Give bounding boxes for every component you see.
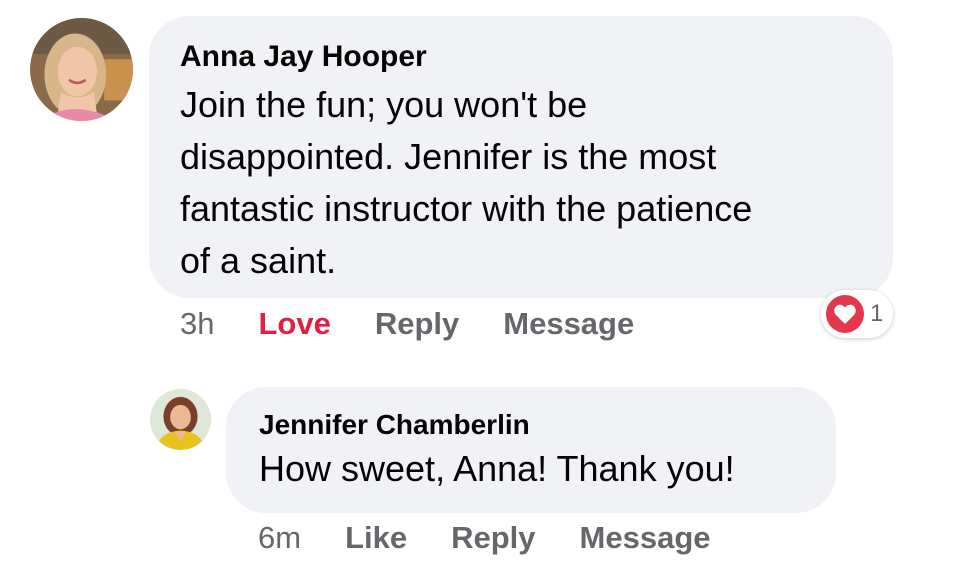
comment-text: Join the fun; you won't be disappointed.… — [180, 84, 753, 281]
heart-icon — [826, 295, 864, 333]
avatar-photo-icon — [150, 389, 211, 450]
like-button[interactable]: Like — [345, 520, 407, 556]
reaction-count: 1 — [870, 300, 884, 327]
avatar[interactable] — [30, 18, 133, 121]
message-button[interactable]: Message — [580, 520, 711, 556]
comment-author[interactable]: Anna Jay Hooper — [180, 38, 863, 76]
avatar-photo-icon — [30, 18, 133, 121]
reply-button[interactable]: Reply — [451, 520, 535, 556]
reaction-badge[interactable]: 1 — [821, 290, 893, 338]
avatar[interactable] — [150, 389, 211, 450]
message-button[interactable]: Message — [503, 306, 634, 342]
reply-bubble: Jennifer Chamberlin How sweet, Anna! Tha… — [226, 387, 836, 513]
comment-timestamp[interactable]: 6m — [258, 520, 301, 556]
comment-actions: 3h Love Reply Message — [180, 306, 678, 342]
comment-timestamp[interactable]: 3h — [180, 306, 214, 342]
comment-actions: 6m Like Reply Message — [258, 520, 755, 556]
love-button[interactable]: Love — [258, 306, 330, 342]
comment-thread: Anna Jay Hooper Join the fun; you won't … — [0, 0, 959, 568]
comment-text: How sweet, Anna! Thank you! — [259, 448, 735, 489]
comment-bubble: Anna Jay Hooper Join the fun; you won't … — [149, 16, 893, 298]
comment-author[interactable]: Jennifer Chamberlin — [259, 407, 806, 443]
reply-button[interactable]: Reply — [375, 306, 459, 342]
